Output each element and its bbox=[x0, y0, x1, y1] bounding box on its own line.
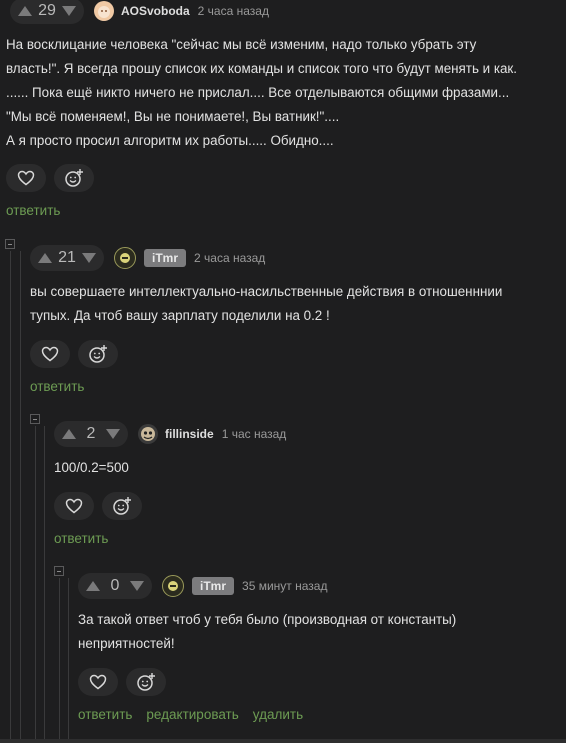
comment-links: ответить редактировать удалить bbox=[78, 707, 303, 722]
thread-line bbox=[59, 578, 60, 741]
heart-icon bbox=[89, 674, 107, 690]
comment-text: 100/0.2=500 bbox=[54, 460, 129, 475]
like-button[interactable] bbox=[30, 340, 70, 368]
heart-icon bbox=[65, 498, 83, 514]
thread-line bbox=[68, 578, 69, 741]
thread-line bbox=[44, 426, 45, 741]
comment-actions bbox=[54, 492, 142, 520]
timestamp[interactable]: 1 час назад bbox=[222, 427, 287, 441]
timestamp[interactable]: 2 часа назад bbox=[198, 4, 269, 18]
upvote-icon[interactable] bbox=[36, 249, 54, 267]
reaction-button[interactable] bbox=[126, 668, 166, 696]
reply-link[interactable]: ответить bbox=[30, 379, 84, 394]
thread-line bbox=[35, 426, 36, 741]
comment-header: 21 iTmr 2 часа назад bbox=[30, 245, 265, 271]
collapse-toggle[interactable] bbox=[54, 566, 64, 576]
timestamp[interactable]: 35 минут назад bbox=[242, 579, 327, 593]
username[interactable]: AOSvoboda bbox=[121, 4, 190, 18]
heart-icon bbox=[41, 346, 59, 362]
comment-actions bbox=[6, 164, 94, 192]
like-button[interactable] bbox=[54, 492, 94, 520]
heart-icon bbox=[17, 170, 35, 186]
downvote-icon[interactable] bbox=[128, 577, 146, 595]
upvote-icon[interactable] bbox=[16, 2, 34, 20]
rating-count: 2 bbox=[86, 425, 96, 442]
reply-link[interactable]: ответить bbox=[6, 203, 60, 218]
comment-header: 29 AOSvoboda 2 часа назад bbox=[10, 0, 269, 24]
vote-widget: 29 bbox=[10, 0, 84, 24]
collapse-minus-icon bbox=[57, 570, 61, 572]
vote-widget: 0 bbox=[78, 573, 152, 599]
comment-text: вы совершаете интеллектуально-насильстве… bbox=[30, 284, 503, 323]
avatar[interactable] bbox=[114, 247, 136, 269]
comment-text: На восклицание человека "сейчас мы всё и… bbox=[6, 37, 518, 148]
collapse-minus-icon bbox=[8, 243, 12, 245]
thread-line bbox=[10, 251, 11, 741]
comment-header: 0 iTmr 35 минут назад bbox=[78, 573, 327, 599]
comment-links: ответить bbox=[30, 379, 84, 394]
bottom-divider bbox=[0, 739, 566, 743]
reaction-button[interactable] bbox=[78, 340, 118, 368]
vote-widget: 21 bbox=[30, 245, 104, 271]
username[interactable]: fillinside bbox=[165, 427, 214, 441]
author-badge[interactable]: iTmr bbox=[192, 577, 235, 595]
timestamp[interactable]: 2 часа назад bbox=[194, 251, 265, 265]
downvote-icon[interactable] bbox=[104, 425, 122, 443]
upvote-icon[interactable] bbox=[60, 425, 78, 443]
reaction-button[interactable] bbox=[102, 492, 142, 520]
reply-link[interactable]: ответить bbox=[54, 531, 108, 546]
like-button[interactable] bbox=[78, 668, 118, 696]
delete-link[interactable]: удалить bbox=[253, 707, 303, 722]
reaction-button[interactable] bbox=[54, 164, 94, 192]
rating-count: 21 bbox=[58, 249, 76, 266]
collapse-toggle[interactable] bbox=[30, 414, 40, 424]
like-button[interactable] bbox=[6, 164, 46, 192]
rating-count: 0 bbox=[110, 577, 120, 594]
reply-link[interactable]: ответить bbox=[78, 707, 132, 722]
comment-links: ответить bbox=[6, 203, 60, 218]
rating-count: 29 bbox=[38, 2, 56, 19]
comment-text: За такой ответ чтоб у тебя было (произво… bbox=[78, 612, 457, 651]
avatar[interactable] bbox=[162, 575, 184, 597]
avatar[interactable] bbox=[94, 1, 114, 21]
downvote-icon[interactable] bbox=[60, 2, 78, 20]
avatar[interactable] bbox=[138, 424, 158, 444]
thread-line bbox=[20, 251, 21, 741]
author-badge[interactable]: iTmr bbox=[144, 249, 187, 267]
comment-actions bbox=[78, 668, 166, 696]
upvote-icon[interactable] bbox=[84, 577, 102, 595]
comment-actions bbox=[30, 340, 118, 368]
smiley-plus-icon bbox=[137, 673, 155, 691]
smiley-plus-icon bbox=[65, 169, 83, 187]
vote-widget: 2 bbox=[54, 421, 128, 447]
collapse-toggle[interactable] bbox=[5, 239, 15, 249]
smiley-plus-icon bbox=[113, 497, 131, 515]
comment-header: 2 fillinside 1 час назад bbox=[54, 421, 286, 447]
smiley-plus-icon bbox=[89, 345, 107, 363]
downvote-icon[interactable] bbox=[80, 249, 98, 267]
edit-link[interactable]: редактировать bbox=[146, 707, 238, 722]
comment-links: ответить bbox=[54, 531, 108, 546]
collapse-minus-icon bbox=[33, 418, 37, 420]
